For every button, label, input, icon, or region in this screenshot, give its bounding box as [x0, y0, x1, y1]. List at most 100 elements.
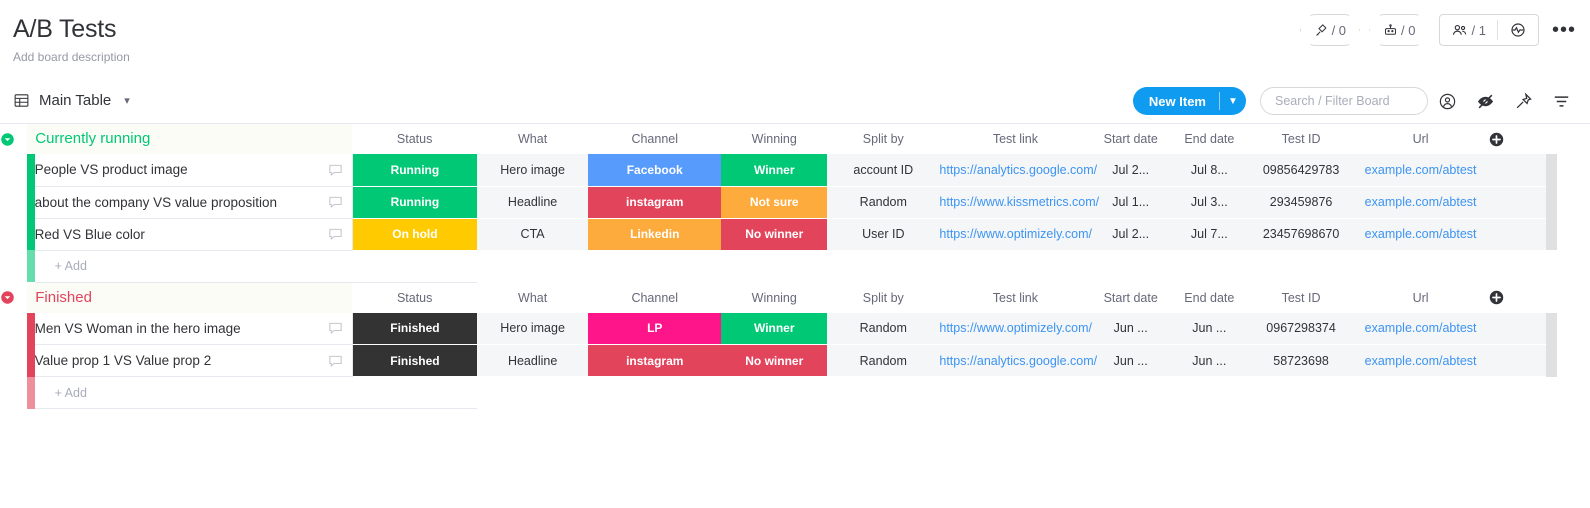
cell-status[interactable]: Finished	[352, 312, 478, 345]
cell-start-date[interactable]: Jul 2...	[1091, 218, 1171, 251]
cell-start-date[interactable]: Jul 1...	[1091, 186, 1171, 219]
cell-url[interactable]: example.com/abtest	[1353, 344, 1488, 377]
cell-end-date[interactable]: Jul 3...	[1170, 186, 1249, 219]
cell-status[interactable]: Running	[352, 154, 478, 187]
column-header-end-date[interactable]: End date	[1170, 124, 1249, 154]
search-input[interactable]	[1260, 87, 1428, 115]
column-header-end-date[interactable]: End date	[1170, 283, 1249, 313]
cell-channel[interactable]: LP	[588, 312, 722, 345]
group-collapse-button[interactable]	[0, 124, 27, 154]
comment-icon[interactable]	[327, 226, 344, 243]
pin-button[interactable]	[1504, 78, 1542, 124]
chevron-down-icon[interactable]: ▼	[1220, 87, 1246, 115]
cell-split-by[interactable]: User ID	[827, 218, 940, 251]
cell-winning[interactable]: Winner	[721, 154, 828, 187]
column-header-split-by[interactable]: Split by	[827, 283, 939, 313]
column-header-split-by[interactable]: Split by	[827, 124, 939, 154]
table-row[interactable]: about the company VS value proposition Ru…	[0, 186, 1557, 219]
horizontal-scrollbar[interactable]	[1546, 218, 1557, 250]
cell-test-id[interactable]: 09856429783	[1248, 154, 1354, 187]
cell-start-date[interactable]: Jun ...	[1091, 344, 1171, 377]
column-header-winning[interactable]: Winning	[721, 124, 827, 154]
column-header-url[interactable]: Url	[1353, 283, 1487, 313]
cell-url[interactable]: example.com/abtest	[1353, 154, 1488, 187]
cell-channel[interactable]: instagram	[588, 186, 722, 219]
cell-what[interactable]: Hero image	[477, 154, 589, 187]
cell-start-date[interactable]: Jul 2...	[1091, 154, 1171, 187]
column-header-start-date[interactable]: Start date	[1091, 124, 1170, 154]
add-item-label[interactable]: + Add	[34, 250, 478, 283]
add-item-label[interactable]: + Add	[34, 376, 478, 409]
cell-test-link[interactable]: https://www.kissmetrics.com/	[939, 186, 1099, 219]
comment-icon[interactable]	[327, 320, 344, 337]
cell-start-date[interactable]: Jun ...	[1091, 312, 1171, 345]
cell-test-link[interactable]: https://analytics.google.com/	[939, 344, 1097, 377]
comment-icon[interactable]	[327, 161, 344, 178]
table-row[interactable]: Value prop 1 VS Value prop 2 Finished Head…	[0, 344, 1557, 377]
activity-log-button[interactable]	[1498, 15, 1538, 45]
column-header-what[interactable]: What	[477, 124, 588, 154]
row-name-cell[interactable]: People VS product image	[34, 154, 353, 187]
cell-test-link[interactable]: https://www.optimizely.com/	[939, 312, 1092, 345]
cell-split-by[interactable]: Random	[827, 312, 940, 345]
table-row[interactable]: Red VS Blue color On hold CTA Linkedin No wi…	[0, 218, 1557, 251]
cell-status[interactable]: On hold	[352, 218, 478, 251]
horizontal-scrollbar[interactable]	[1546, 344, 1557, 377]
hide-columns-button[interactable]	[1466, 78, 1504, 124]
cell-test-id[interactable]: 58723698	[1248, 344, 1354, 377]
integrations-button[interactable]: / 0	[1300, 14, 1360, 46]
cell-channel[interactable]: Linkedin	[588, 218, 722, 251]
cell-end-date[interactable]: Jul 7...	[1170, 218, 1249, 251]
group-collapse-button[interactable]	[0, 283, 27, 313]
tab-main-table[interactable]: Main Table ▾	[13, 92, 130, 109]
comment-icon[interactable]	[327, 194, 344, 211]
cell-status[interactable]: Finished	[352, 344, 478, 377]
new-item-button[interactable]: New Item ▼	[1132, 87, 1246, 115]
column-header-status[interactable]: Status	[352, 124, 477, 154]
cell-url[interactable]: example.com/abtest	[1353, 218, 1488, 251]
row-name-cell[interactable]: about the company VS value proposition	[34, 186, 353, 219]
table-row[interactable]: People VS product image Running Hero image…	[0, 154, 1557, 187]
automations-button[interactable]: / 0	[1369, 14, 1429, 46]
cell-split-by[interactable]: Random	[827, 344, 940, 377]
cell-end-date[interactable]: Jun ...	[1170, 344, 1249, 377]
add-item-row[interactable]: + Add	[0, 250, 1557, 283]
horizontal-scrollbar[interactable]	[1546, 186, 1557, 218]
person-filter-button[interactable]	[1428, 78, 1466, 124]
group-title[interactable]: Currently running	[35, 130, 150, 147]
cell-status[interactable]: Running	[352, 186, 478, 219]
cell-winning[interactable]: Winner	[721, 312, 828, 345]
cell-url[interactable]: example.com/abtest	[1353, 186, 1488, 219]
column-header-test-link[interactable]: Test link	[939, 124, 1091, 154]
row-name-cell[interactable]: Red VS Blue color	[34, 218, 353, 251]
table-row[interactable]: Men VS Woman in the hero image Finished He…	[0, 312, 1557, 345]
cell-test-link[interactable]: https://analytics.google.com/	[939, 154, 1097, 187]
chevron-down-icon[interactable]: ▾	[124, 94, 130, 107]
column-header-status[interactable]: Status	[352, 283, 477, 313]
column-header-start-date[interactable]: Start date	[1091, 283, 1170, 313]
board-description[interactable]: Add board description	[13, 50, 1590, 64]
members-button[interactable]: / 1	[1440, 15, 1497, 45]
cell-what[interactable]: Hero image	[477, 312, 589, 345]
column-header-channel[interactable]: Channel	[588, 283, 721, 313]
cell-channel[interactable]: Facebook	[588, 154, 722, 187]
filter-button[interactable]	[1542, 78, 1580, 124]
cell-split-by[interactable]: Random	[827, 186, 940, 219]
group-title[interactable]: Finished	[35, 289, 92, 306]
column-header-winning[interactable]: Winning	[721, 283, 827, 313]
cell-what[interactable]: CTA	[477, 218, 589, 251]
cell-winning[interactable]: No winner	[721, 344, 828, 377]
more-options-button[interactable]: •••	[1548, 20, 1580, 40]
cell-end-date[interactable]: Jun ...	[1170, 312, 1249, 345]
cell-url[interactable]: example.com/abtest	[1353, 312, 1488, 345]
add-column-button[interactable]	[1488, 124, 1547, 154]
horizontal-scrollbar[interactable]	[1546, 312, 1557, 345]
column-header-test-id[interactable]: Test ID	[1249, 124, 1354, 154]
horizontal-scrollbar[interactable]	[1546, 154, 1557, 186]
comment-icon[interactable]	[327, 352, 344, 369]
add-item-row[interactable]: + Add	[0, 376, 1557, 409]
cell-winning[interactable]: No winner	[721, 218, 828, 251]
cell-what[interactable]: Headline	[477, 344, 589, 377]
column-header-test-link[interactable]: Test link	[939, 283, 1091, 313]
cell-channel[interactable]: instagram	[588, 344, 722, 377]
